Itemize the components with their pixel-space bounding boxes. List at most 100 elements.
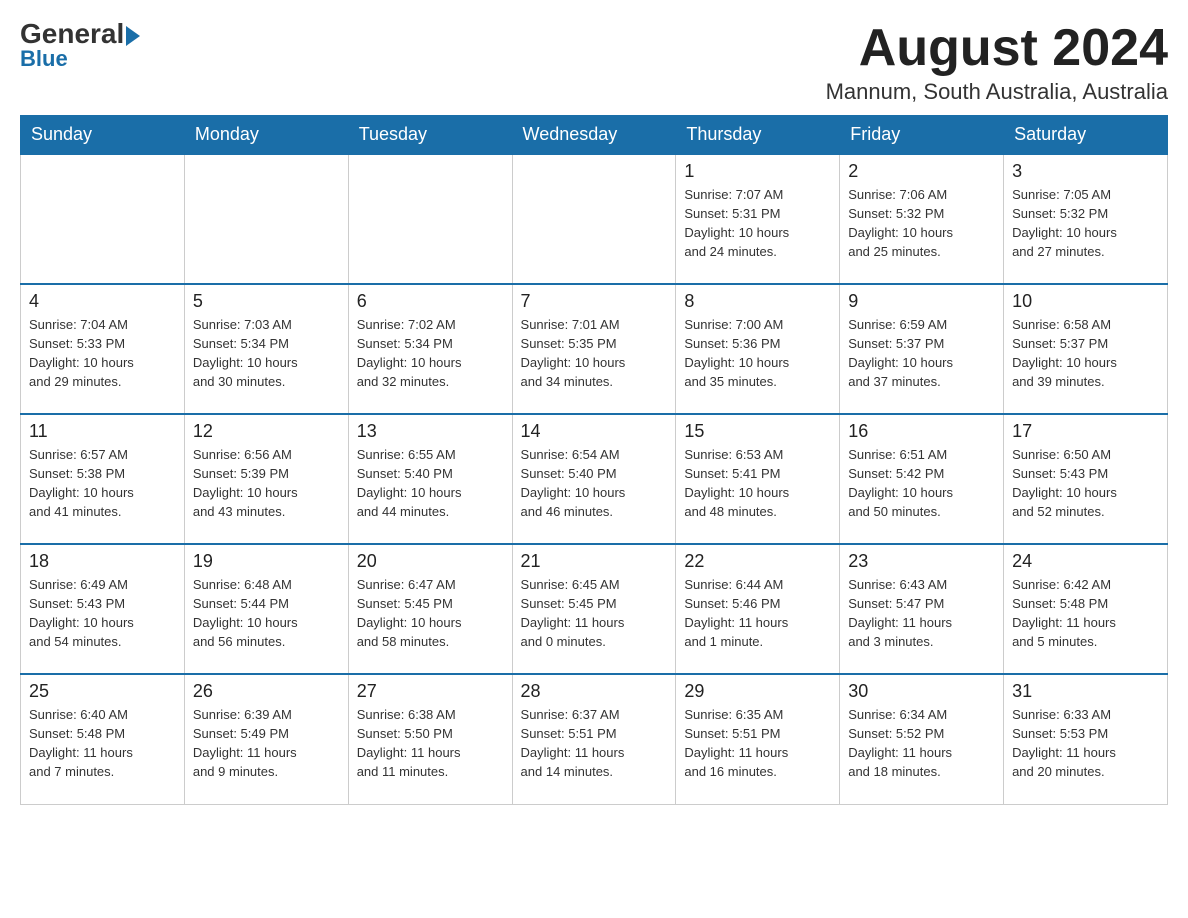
calendar-cell xyxy=(348,154,512,284)
calendar-cell: 26 Sunrise: 6:39 AMSunset: 5:49 PMDayligh… xyxy=(184,674,348,804)
day-number: 25 xyxy=(29,681,176,702)
week-row-5: 25 Sunrise: 6:40 AMSunset: 5:48 PMDayligh… xyxy=(21,674,1168,804)
calendar-cell: 27 Sunrise: 6:38 AMSunset: 5:50 PMDayligh… xyxy=(348,674,512,804)
calendar-cell: 8 Sunrise: 7:00 AMSunset: 5:36 PMDaylight… xyxy=(676,284,840,414)
day-info: Sunrise: 6:54 AMSunset: 5:40 PMDaylight:… xyxy=(521,446,668,521)
calendar-cell: 10 Sunrise: 6:58 AMSunset: 5:37 PMDayligh… xyxy=(1004,284,1168,414)
calendar-cell: 7Sunrise: 7:01 AMSunset: 5:35 PMDaylight… xyxy=(512,284,676,414)
page-header: General Blue August 2024 Mannum, South A… xyxy=(20,20,1168,105)
column-header-monday: Monday xyxy=(184,116,348,155)
title-block: August 2024 Mannum, South Australia, Aus… xyxy=(826,20,1168,105)
calendar-cell xyxy=(512,154,676,284)
calendar-cell: 3 Sunrise: 7:05 AMSunset: 5:32 PMDaylight… xyxy=(1004,154,1168,284)
day-info: Sunrise: 6:33 AMSunset: 5:53 PMDaylight:… xyxy=(1012,706,1159,781)
day-info: Sunrise: 6:43 AMSunset: 5:47 PMDaylight:… xyxy=(848,576,995,651)
calendar-cell: 17 Sunrise: 6:50 AMSunset: 5:43 PMDayligh… xyxy=(1004,414,1168,544)
calendar-cell: 12 Sunrise: 6:56 AMSunset: 5:39 PMDayligh… xyxy=(184,414,348,544)
day-number: 24 xyxy=(1012,551,1159,572)
calendar-cell: 2Sunrise: 7:06 AMSunset: 5:32 PMDaylight… xyxy=(840,154,1004,284)
day-info: Sunrise: 6:55 AMSunset: 5:40 PMDaylight:… xyxy=(357,446,504,521)
day-info: Sunrise: 6:40 AMSunset: 5:48 PMDaylight:… xyxy=(29,706,176,781)
calendar-cell: 16Sunrise: 6:51 AMSunset: 5:42 PMDayligh… xyxy=(840,414,1004,544)
day-info: Sunrise: 7:00 AMSunset: 5:36 PMDaylight:… xyxy=(684,316,831,391)
column-header-tuesday: Tuesday xyxy=(348,116,512,155)
day-number: 16 xyxy=(848,421,995,442)
day-info: Sunrise: 7:02 AMSunset: 5:34 PMDaylight:… xyxy=(357,316,504,391)
day-info: Sunrise: 6:45 AMSunset: 5:45 PMDaylight:… xyxy=(521,576,668,651)
day-number: 11 xyxy=(29,421,176,442)
day-info: Sunrise: 6:42 AMSunset: 5:48 PMDaylight:… xyxy=(1012,576,1159,651)
day-number: 30 xyxy=(848,681,995,702)
day-number: 10 xyxy=(1012,291,1159,312)
day-number: 22 xyxy=(684,551,831,572)
week-row-3: 11 Sunrise: 6:57 AMSunset: 5:38 PMDayligh… xyxy=(21,414,1168,544)
day-info: Sunrise: 6:44 AMSunset: 5:46 PMDaylight:… xyxy=(684,576,831,651)
day-info: Sunrise: 6:49 AMSunset: 5:43 PMDaylight:… xyxy=(29,576,176,651)
day-info: Sunrise: 6:35 AMSunset: 5:51 PMDaylight:… xyxy=(684,706,831,781)
calendar-cell: 13 Sunrise: 6:55 AMSunset: 5:40 PMDayligh… xyxy=(348,414,512,544)
calendar-cell: 24 Sunrise: 6:42 AMSunset: 5:48 PMDayligh… xyxy=(1004,544,1168,674)
day-info: Sunrise: 6:34 AMSunset: 5:52 PMDaylight:… xyxy=(848,706,995,781)
calendar-cell: 1 Sunrise: 7:07 AMSunset: 5:31 PMDaylight… xyxy=(676,154,840,284)
calendar-cell xyxy=(184,154,348,284)
day-number: 3 xyxy=(1012,161,1159,182)
logo-general: General xyxy=(20,20,140,48)
logo-arrow-icon xyxy=(126,26,140,46)
day-number: 13 xyxy=(357,421,504,442)
day-info: Sunrise: 6:59 AMSunset: 5:37 PMDaylight:… xyxy=(848,316,995,391)
day-number: 18 xyxy=(29,551,176,572)
day-number: 8 xyxy=(684,291,831,312)
day-info: Sunrise: 6:39 AMSunset: 5:49 PMDaylight:… xyxy=(193,706,340,781)
calendar-cell: 21 Sunrise: 6:45 AMSunset: 5:45 PMDayligh… xyxy=(512,544,676,674)
calendar-cell: 5 Sunrise: 7:03 AMSunset: 5:34 PMDaylight… xyxy=(184,284,348,414)
day-number: 6 xyxy=(357,291,504,312)
day-info: Sunrise: 7:03 AMSunset: 5:34 PMDaylight:… xyxy=(193,316,340,391)
day-number: 15 xyxy=(684,421,831,442)
calendar-table: SundayMondayTuesdayWednesdayThursdayFrid… xyxy=(20,115,1168,805)
day-info: Sunrise: 6:38 AMSunset: 5:50 PMDaylight:… xyxy=(357,706,504,781)
day-number: 29 xyxy=(684,681,831,702)
day-info: Sunrise: 7:06 AMSunset: 5:32 PMDaylight:… xyxy=(848,186,995,261)
calendar-cell: 20 Sunrise: 6:47 AMSunset: 5:45 PMDayligh… xyxy=(348,544,512,674)
column-header-thursday: Thursday xyxy=(676,116,840,155)
day-info: Sunrise: 6:50 AMSunset: 5:43 PMDaylight:… xyxy=(1012,446,1159,521)
calendar-cell: 15 Sunrise: 6:53 AMSunset: 5:41 PMDayligh… xyxy=(676,414,840,544)
day-info: Sunrise: 6:58 AMSunset: 5:37 PMDaylight:… xyxy=(1012,316,1159,391)
day-number: 17 xyxy=(1012,421,1159,442)
day-info: Sunrise: 7:01 AMSunset: 5:35 PMDaylight:… xyxy=(521,316,668,391)
calendar-cell: 23 Sunrise: 6:43 AMSunset: 5:47 PMDayligh… xyxy=(840,544,1004,674)
day-number: 5 xyxy=(193,291,340,312)
calendar-cell: 19Sunrise: 6:48 AMSunset: 5:44 PMDayligh… xyxy=(184,544,348,674)
day-info: Sunrise: 6:57 AMSunset: 5:38 PMDaylight:… xyxy=(29,446,176,521)
day-number: 21 xyxy=(521,551,668,572)
day-info: Sunrise: 6:56 AMSunset: 5:39 PMDaylight:… xyxy=(193,446,340,521)
day-info: Sunrise: 7:07 AMSunset: 5:31 PMDaylight:… xyxy=(684,186,831,261)
calendar-cell: 29 Sunrise: 6:35 AMSunset: 5:51 PMDayligh… xyxy=(676,674,840,804)
day-info: Sunrise: 6:47 AMSunset: 5:45 PMDaylight:… xyxy=(357,576,504,651)
calendar-cell: 22 Sunrise: 6:44 AMSunset: 5:46 PMDayligh… xyxy=(676,544,840,674)
day-number: 27 xyxy=(357,681,504,702)
day-number: 1 xyxy=(684,161,831,182)
calendar-cell: 4Sunrise: 7:04 AMSunset: 5:33 PMDaylight… xyxy=(21,284,185,414)
day-number: 26 xyxy=(193,681,340,702)
calendar-cell: 18 Sunrise: 6:49 AMSunset: 5:43 PMDayligh… xyxy=(21,544,185,674)
column-header-wednesday: Wednesday xyxy=(512,116,676,155)
calendar-cell: 11 Sunrise: 6:57 AMSunset: 5:38 PMDayligh… xyxy=(21,414,185,544)
day-number: 20 xyxy=(357,551,504,572)
calendar-cell: 6 Sunrise: 7:02 AMSunset: 5:34 PMDaylight… xyxy=(348,284,512,414)
day-number: 4 xyxy=(29,291,176,312)
week-row-2: 4Sunrise: 7:04 AMSunset: 5:33 PMDaylight… xyxy=(21,284,1168,414)
day-info: Sunrise: 6:48 AMSunset: 5:44 PMDaylight:… xyxy=(193,576,340,651)
day-info: Sunrise: 6:53 AMSunset: 5:41 PMDaylight:… xyxy=(684,446,831,521)
calendar-cell: 30 Sunrise: 6:34 AMSunset: 5:52 PMDayligh… xyxy=(840,674,1004,804)
location-text: Mannum, South Australia, Australia xyxy=(826,79,1168,105)
day-info: Sunrise: 7:05 AMSunset: 5:32 PMDaylight:… xyxy=(1012,186,1159,261)
logo-blue-text: Blue xyxy=(20,46,68,72)
day-number: 14 xyxy=(521,421,668,442)
calendar-header-row: SundayMondayTuesdayWednesdayThursdayFrid… xyxy=(21,116,1168,155)
day-number: 23 xyxy=(848,551,995,572)
calendar-cell: 31Sunrise: 6:33 AMSunset: 5:53 PMDayligh… xyxy=(1004,674,1168,804)
logo-general-text: General xyxy=(20,18,124,49)
day-number: 12 xyxy=(193,421,340,442)
calendar-cell xyxy=(21,154,185,284)
